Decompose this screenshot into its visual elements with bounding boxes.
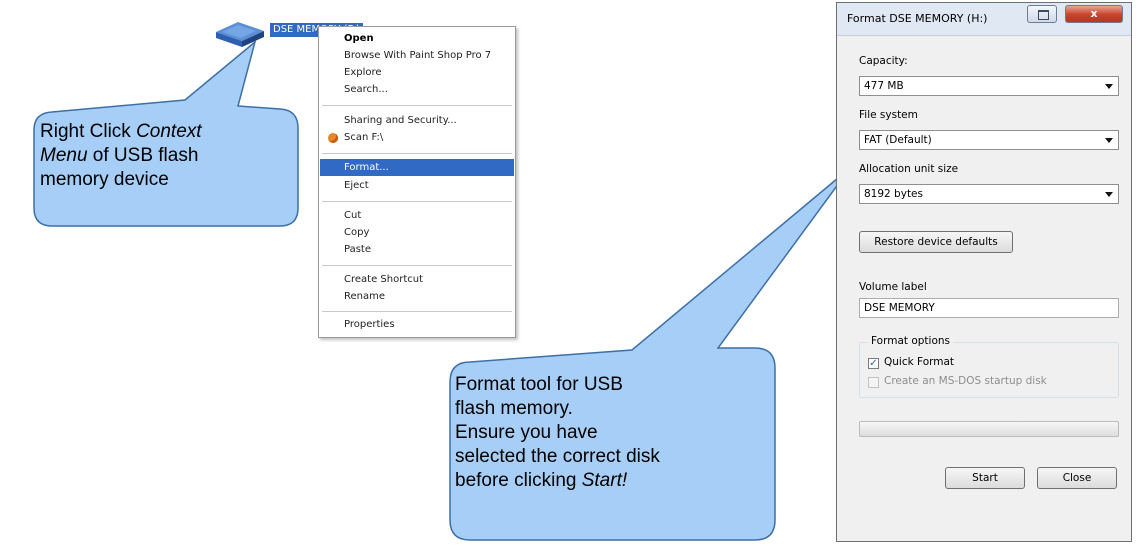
- callout-left-line1b: Context: [136, 121, 202, 142]
- menu-item-browse-paint-shop[interactable]: Browse With Paint Shop Pro 7: [320, 47, 514, 64]
- callout-mid-line4: selected the correct disk: [455, 446, 660, 467]
- menu-item-sharing-security[interactable]: Sharing and Security...: [320, 112, 514, 129]
- menu-item-rename[interactable]: Rename: [320, 288, 514, 305]
- menu-item-scan[interactable]: Scan F:\: [320, 129, 514, 146]
- msdos-startup-checkbox[interactable]: [868, 377, 879, 388]
- volume-label-label: Volume label: [859, 281, 927, 293]
- chevron-down-icon: [1105, 192, 1113, 197]
- callout-left-text: Right Click Context Menu of USB flash me…: [40, 120, 290, 192]
- menu-separator: [322, 105, 512, 106]
- chevron-down-icon: [1105, 138, 1113, 143]
- filesystem-dropdown[interactable]: FAT (Default): [859, 130, 1119, 150]
- format-options-group: Format options ✓ Quick Format Create an …: [859, 335, 1119, 398]
- capacity-value: 477 MB: [864, 80, 904, 92]
- callout-left-line3: memory device: [40, 169, 169, 190]
- callout-mid-line5b: Start!: [581, 470, 628, 491]
- restore-window-button[interactable]: [1027, 5, 1057, 23]
- format-options-title: Format options: [868, 335, 954, 347]
- callout-mid-line3: Ensure you have: [455, 422, 598, 443]
- close-window-button[interactable]: x: [1065, 5, 1123, 23]
- callout-left-line1a: Right Click: [40, 121, 137, 142]
- quick-format-label: Quick Format: [884, 356, 955, 368]
- menu-item-open[interactable]: Open: [320, 30, 514, 47]
- filesystem-label: File system: [859, 109, 918, 121]
- allocation-size-value: 8192 bytes: [864, 188, 923, 200]
- restore-icon: [1038, 10, 1049, 20]
- menu-item-eject[interactable]: Eject: [320, 177, 514, 194]
- scan-icon: [328, 133, 338, 143]
- menu-item-properties[interactable]: Properties: [320, 316, 514, 333]
- menu-separator: [322, 311, 512, 312]
- msdos-startup-label: Create an MS-DOS startup disk: [884, 375, 1047, 387]
- restore-defaults-button[interactable]: Restore device defaults: [859, 231, 1013, 253]
- menu-item-copy[interactable]: Copy: [320, 224, 514, 241]
- callout-left-line2b: of USB flash: [87, 145, 199, 166]
- menu-item-search[interactable]: Search...: [320, 81, 514, 98]
- chevron-down-icon: [1105, 84, 1113, 89]
- menu-item-format[interactable]: Format...: [320, 159, 514, 176]
- close-button[interactable]: Close: [1037, 467, 1117, 489]
- format-dialog: Format DSE MEMORY (H:) x Capacity: 477 M…: [836, 2, 1132, 542]
- menu-item-paste[interactable]: Paste: [320, 241, 514, 258]
- volume-label-input[interactable]: DSE MEMORY: [859, 298, 1119, 318]
- menu-separator: [322, 153, 512, 154]
- allocation-size-label: Allocation unit size: [859, 163, 959, 175]
- callout-mid-line5a: before clicking: [455, 470, 582, 491]
- filesystem-value: FAT (Default): [864, 134, 932, 146]
- dialog-titlebar[interactable]: Format DSE MEMORY (H:) x: [837, 3, 1131, 36]
- callout-left-line2a: Menu: [40, 145, 88, 166]
- callout-mid-line1: Format tool for USB: [455, 374, 623, 395]
- menu-item-explore[interactable]: Explore: [320, 64, 514, 81]
- menu-separator: [322, 265, 512, 266]
- usb-drive-icon[interactable]: [214, 19, 266, 49]
- callout-mid-line2: flash memory.: [455, 398, 573, 419]
- menu-item-cut[interactable]: Cut: [320, 207, 514, 224]
- start-button[interactable]: Start: [945, 467, 1025, 489]
- dialog-title: Format DSE MEMORY (H:): [847, 12, 988, 25]
- format-progress-bar: [859, 421, 1119, 437]
- quick-format-checkbox[interactable]: ✓: [868, 358, 879, 369]
- capacity-dropdown[interactable]: 477 MB: [859, 76, 1119, 96]
- context-menu: Open Browse With Paint Shop Pro 7 Explor…: [318, 26, 516, 338]
- capacity-label: Capacity:: [859, 55, 908, 67]
- allocation-size-dropdown[interactable]: 8192 bytes: [859, 184, 1119, 204]
- menu-item-scan-label: Scan F:\: [344, 132, 384, 143]
- menu-item-create-shortcut[interactable]: Create Shortcut: [320, 271, 514, 288]
- menu-separator: [322, 201, 512, 202]
- callout-middle-text: Format tool for USB flash memory. Ensure…: [455, 373, 755, 493]
